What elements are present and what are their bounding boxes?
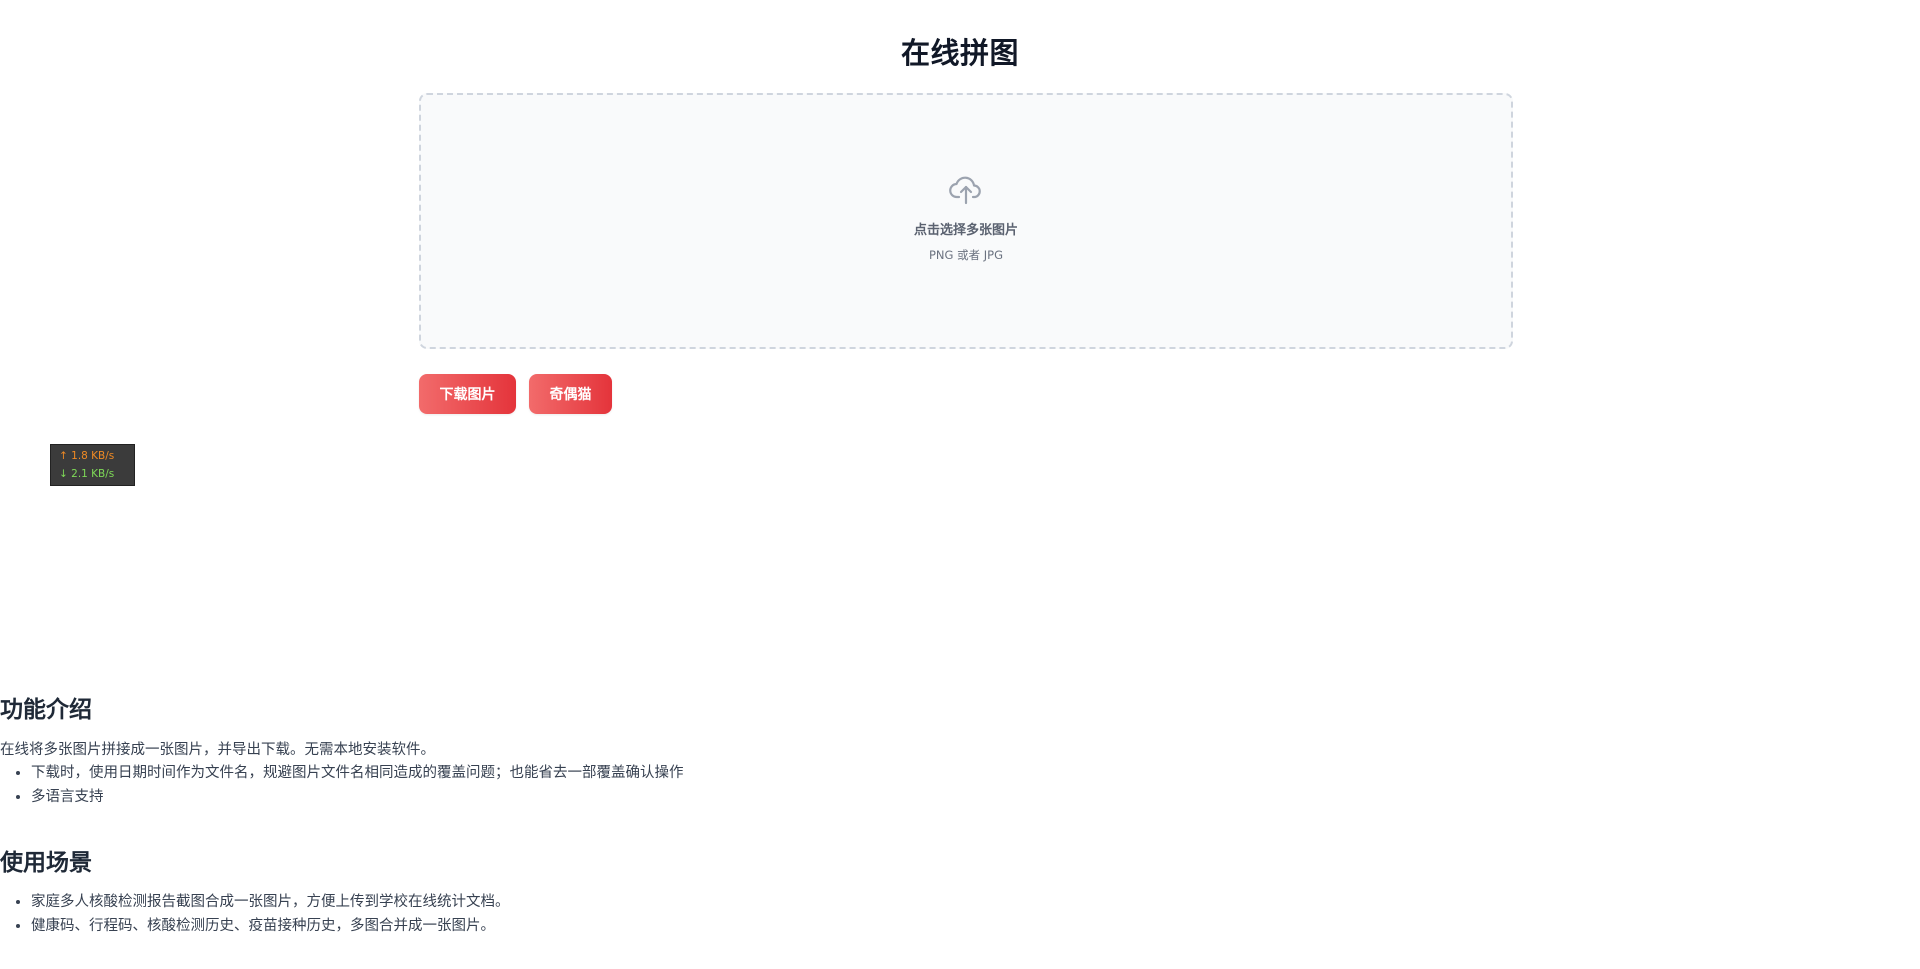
upload-speed: ↑ 1.8 KB/s xyxy=(59,450,115,462)
usage-heading: 使用场景 xyxy=(0,850,92,876)
usage-list: 家庭多人核酸检测报告截图合成一张图片，方便上传到学校在线统计文档。 健康码、行程… xyxy=(0,890,510,938)
upload-title: 点击选择多张图片 xyxy=(913,223,1018,238)
qiou-cat-button[interactable]: 奇偶猫 xyxy=(529,374,612,414)
features-heading: 功能介绍 xyxy=(0,697,92,723)
list-item: 多语言支持 xyxy=(31,785,684,809)
upload-file-types: PNG 或者 JPG xyxy=(929,248,1003,262)
page-title: 在线拼图 xyxy=(900,36,1019,70)
list-item: 家庭多人核酸检测报告截图合成一张图片，方便上传到学校在线统计文档。 xyxy=(31,890,510,914)
upload-dropzone-content: 点击选择多张图片 PNG 或者 JPG xyxy=(421,171,1511,263)
page: 在线拼图 点击选择多张图片 PNG 或者 JPG 下载图片 奇偶猫 ↑ 1.8 … xyxy=(0,0,1920,969)
network-speed-widget: ↑ 1.8 KB/s ↓ 2.1 KB/s xyxy=(50,444,135,486)
list-item: 健康码、行程码、核酸检测历史、疫苗接种历史，多图合并成一张图片。 xyxy=(31,914,510,938)
features-list: 下载时，使用日期时间作为文件名，规避图片文件名相同造成的覆盖问题；也能省去一部覆… xyxy=(0,761,684,809)
cloud-upload-icon xyxy=(948,171,984,207)
download-speed: ↓ 2.1 KB/s xyxy=(59,468,115,480)
upload-dropzone[interactable]: 点击选择多张图片 PNG 或者 JPG xyxy=(419,93,1513,349)
features-intro: 在线将多张图片拼接成一张图片，并导出下载。无需本地安装软件。 xyxy=(0,742,435,758)
download-image-button[interactable]: 下载图片 xyxy=(419,374,516,414)
list-item: 下载时，使用日期时间作为文件名，规避图片文件名相同造成的覆盖问题；也能省去一部覆… xyxy=(31,761,684,785)
